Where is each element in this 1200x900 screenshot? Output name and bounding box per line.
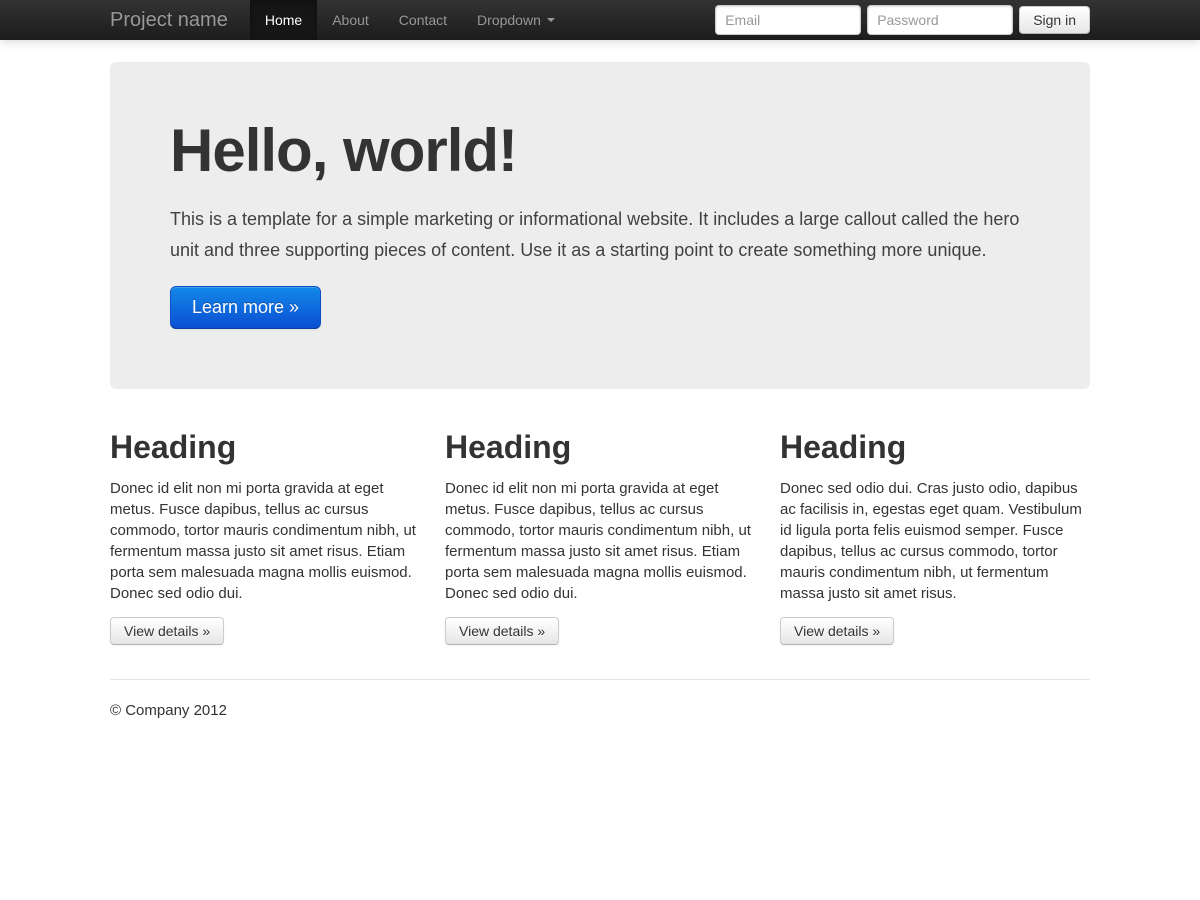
password-field[interactable] — [867, 5, 1013, 35]
nav-item-dropdown-label: Dropdown — [477, 0, 541, 40]
footer-divider — [110, 679, 1090, 680]
nav-item-about-label: About — [332, 0, 369, 40]
content-columns: Heading Donec id elit non mi porta gravi… — [110, 429, 1090, 645]
main-nav: Home About Contact Dropdown — [250, 0, 570, 40]
view-details-button-2[interactable]: View details » — [445, 617, 559, 645]
learn-more-button[interactable]: Learn more » — [170, 286, 321, 329]
column-3-text: Donec sed odio dui. Cras justo odio, dap… — [780, 478, 1090, 604]
column-2-text: Donec id elit non mi porta gravida at eg… — [445, 478, 755, 604]
view-details-button-1[interactable]: View details » — [110, 617, 224, 645]
nav-item-dropdown[interactable]: Dropdown — [462, 0, 570, 40]
hero-title: Hello, world! — [170, 120, 1030, 182]
hero-description: This is a template for a simple marketin… — [170, 204, 1030, 266]
column-1: Heading Donec id elit non mi porta gravi… — [110, 429, 420, 645]
column-1-text: Donec id elit non mi porta gravida at eg… — [110, 478, 420, 604]
nav-item-about[interactable]: About — [317, 0, 384, 40]
top-navbar: Project name Home About Contact Dropdown… — [0, 0, 1200, 40]
hero-unit: Hello, world! This is a template for a s… — [110, 62, 1090, 389]
view-details-button-3[interactable]: View details » — [780, 617, 894, 645]
column-2-heading: Heading — [445, 429, 755, 465]
column-3: Heading Donec sed odio dui. Cras justo o… — [780, 429, 1090, 645]
column-1-heading: Heading — [110, 429, 420, 465]
nav-item-contact[interactable]: Contact — [384, 0, 462, 40]
caret-down-icon — [547, 18, 555, 22]
nav-item-home[interactable]: Home — [250, 0, 317, 40]
sign-in-button[interactable]: Sign in — [1019, 6, 1090, 34]
column-3-heading: Heading — [780, 429, 1090, 465]
nav-item-home-label: Home — [265, 0, 302, 40]
page-footer: © Company 2012 — [110, 679, 1090, 719]
email-field[interactable] — [715, 5, 861, 35]
signin-form: Sign in — [715, 5, 1090, 35]
brand-title[interactable]: Project name — [110, 9, 228, 32]
copyright-text: © Company 2012 — [110, 702, 1090, 719]
nav-item-contact-label: Contact — [399, 0, 447, 40]
column-2: Heading Donec id elit non mi porta gravi… — [445, 429, 755, 645]
